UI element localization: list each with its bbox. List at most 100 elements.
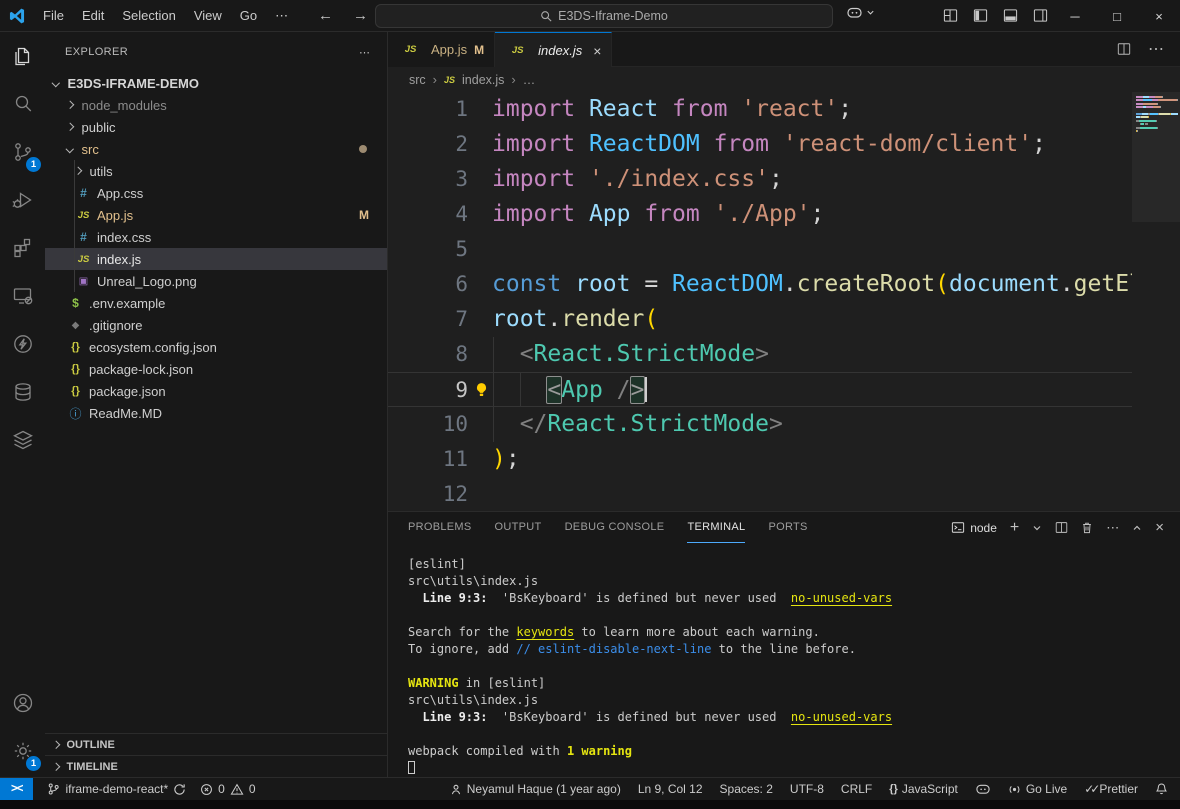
js-file-icon: JS <box>75 254 92 265</box>
panel-tab-debug-console[interactable]: DEBUG CONSOLE <box>565 513 665 543</box>
tree-item-package-lock.json[interactable]: {}package-lock.json <box>45 358 387 380</box>
tree-item-index.css[interactable]: #index.css <box>45 226 387 248</box>
toggle-primary-sidebar-icon[interactable] <box>973 8 988 23</box>
author-icon <box>450 783 462 796</box>
activity-run-debug[interactable] <box>0 176 45 224</box>
command-center-search[interactable]: E3DS-Iframe-Demo <box>375 4 833 28</box>
activity-settings[interactable]: 1 <box>0 727 45 775</box>
code-editor[interactable]: 1import React from 'react';2import React… <box>388 92 1180 511</box>
menu-selection[interactable]: Selection <box>113 0 184 32</box>
error-count: 0 <box>218 782 225 796</box>
prettier-item[interactable]: ✓✓ Prettier <box>1084 782 1138 796</box>
split-editor-icon[interactable] <box>1117 42 1131 56</box>
tree-item-ecosystem.config.json[interactable]: {}ecosystem.config.json <box>45 336 387 358</box>
code-line-9: 9 <App /> <box>388 372 1180 407</box>
toggle-panel-icon[interactable] <box>1003 8 1018 23</box>
go-live-item[interactable]: Go Live <box>1008 782 1067 796</box>
split-terminal-icon[interactable] <box>1055 521 1068 534</box>
outline-section[interactable]: OUTLINE <box>45 733 387 755</box>
cursor-position[interactable]: Ln 9, Col 12 <box>638 782 703 796</box>
tab-index-js[interactable]: JS index.js × <box>495 32 612 68</box>
terminal-instance[interactable]: node <box>951 521 997 535</box>
timeline-section[interactable]: TIMELINE <box>45 755 387 777</box>
activity-database[interactable] <box>0 368 45 416</box>
tree-item-App.css[interactable]: #App.css <box>45 182 387 204</box>
tree-item-E3DS-IFRAME-DEMO[interactable]: E3DS-IFRAME-DEMO <box>45 72 387 94</box>
problems-item[interactable]: 0 0 <box>200 782 255 796</box>
commit-info[interactable]: Neyamul Haque (1 year ago) <box>450 782 621 796</box>
new-terminal-icon[interactable]: + <box>1010 519 1019 537</box>
activity-source-control[interactable]: 1 <box>0 128 45 176</box>
toggle-secondary-sidebar-icon[interactable] <box>1033 8 1048 23</box>
back-icon[interactable]: ← <box>318 7 333 24</box>
maximize-panel-icon[interactable] <box>1132 523 1142 533</box>
git-branch-item[interactable]: iframe-demo-react* <box>47 782 186 796</box>
tree-item-Unreal_Logo.png[interactable]: ▣Unreal_Logo.png <box>45 270 387 292</box>
panel-tab-problems[interactable]: PROBLEMS <box>408 513 472 543</box>
warnings-icon <box>230 783 244 796</box>
tree-item-node_modules[interactable]: node_modules <box>45 94 387 116</box>
css-file-icon: # <box>75 230 92 244</box>
code-line-3: 3import './index.css'; <box>388 162 1180 197</box>
tree-item-index.js[interactable]: JSindex.js <box>45 248 387 270</box>
code-line-10: 10 </React.StrictMode> <box>388 407 1180 442</box>
kill-terminal-icon[interactable] <box>1081 521 1093 534</box>
tab-app-js[interactable]: JS App.js M <box>388 32 495 67</box>
eol-sequence[interactable]: CRLF <box>841 782 872 796</box>
img-file-icon: ▣ <box>75 276 92 287</box>
more-actions-icon[interactable]: ⋯ <box>1148 39 1164 59</box>
activity-explorer[interactable] <box>0 32 45 80</box>
explorer-more-icon[interactable]: ⋯ <box>359 46 371 59</box>
tree-item-.env.example[interactable]: $.env.example <box>45 292 387 314</box>
activity-remote-explorer[interactable] <box>0 272 45 320</box>
activity-extensions[interactable] <box>0 224 45 272</box>
panel-tab-output[interactable]: OUTPUT <box>495 513 542 543</box>
tree-item-utils[interactable]: utils <box>45 160 387 182</box>
activity-search[interactable] <box>0 80 45 128</box>
menu-more[interactable]: ⋯ <box>266 0 297 32</box>
activity-thunder-client[interactable] <box>0 320 45 368</box>
remote-indicator[interactable]: >< <box>0 778 33 800</box>
tree-item-.gitignore[interactable]: ◆.gitignore <box>45 314 387 336</box>
close-panel-icon[interactable]: × <box>1155 519 1164 536</box>
lightbulb-icon[interactable] <box>474 382 489 398</box>
notifications-bell-icon[interactable] <box>1155 782 1168 796</box>
customize-layout-icon[interactable] <box>943 8 958 23</box>
close-tab-icon[interactable]: × <box>593 43 601 59</box>
breadcrumb-symbol[interactable]: … <box>523 73 536 87</box>
activity-accounts[interactable] <box>0 679 45 727</box>
menu-view[interactable]: View <box>185 0 231 32</box>
sync-icon[interactable] <box>173 783 186 796</box>
tree-item-package.json[interactable]: {}package.json <box>45 380 387 402</box>
menu-edit[interactable]: Edit <box>73 0 113 32</box>
encoding[interactable]: UTF-8 <box>790 782 824 796</box>
tree-item-ReadMe.MD[interactable]: ⓘReadMe.MD <box>45 402 387 424</box>
terminal-output[interactable]: [eslint]src\utils\index.js Line 9:3: 'Bs… <box>408 543 1170 777</box>
close-button[interactable]: × <box>1138 0 1180 32</box>
launch-profile-chevron-icon[interactable] <box>1032 523 1042 533</box>
minimize-button[interactable]: ─ <box>1054 0 1096 32</box>
code-line-8: 8 <React.StrictMode> <box>388 337 1180 372</box>
minimap[interactable] <box>1132 92 1180 511</box>
breadcrumb[interactable]: src › JS index.js › … <box>388 67 1180 92</box>
js-file-icon: JS <box>509 45 526 56</box>
language-mode[interactable]: {} JavaScript <box>889 782 958 796</box>
tree-item-App.js[interactable]: JSApp.jsM <box>45 204 387 226</box>
copilot-status-icon[interactable] <box>975 782 991 796</box>
indentation[interactable]: Spaces: 2 <box>720 782 773 796</box>
tree-item-public[interactable]: public <box>45 116 387 138</box>
menu-file[interactable]: File <box>34 0 73 32</box>
copilot-menu[interactable] <box>846 5 875 20</box>
minimap-slider[interactable] <box>1132 92 1180 222</box>
maximize-button[interactable]: □ <box>1096 0 1138 32</box>
more-actions-icon[interactable]: ⋯ <box>1106 520 1119 536</box>
forward-icon[interactable]: → <box>353 7 368 24</box>
tree-item-src[interactable]: src <box>45 138 387 160</box>
panel-tab-ports[interactable]: PORTS <box>768 513 807 543</box>
menu-go[interactable]: Go <box>231 0 266 32</box>
panel-tab-terminal[interactable]: TERMINAL <box>687 513 745 543</box>
terminal-icon <box>951 521 965 534</box>
breadcrumb-file[interactable]: index.js <box>462 73 504 87</box>
activity-layers[interactable] <box>0 416 45 464</box>
breadcrumb-src[interactable]: src <box>409 73 426 87</box>
